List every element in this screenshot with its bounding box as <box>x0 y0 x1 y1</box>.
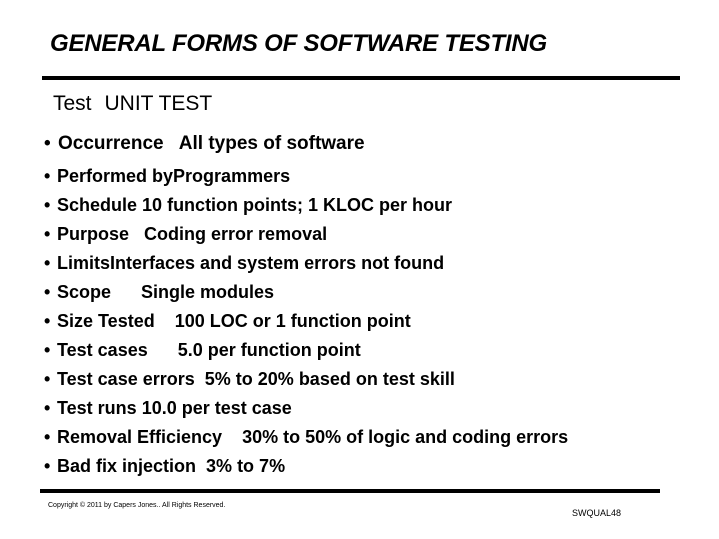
list-item: • Scope Single modules <box>44 278 568 307</box>
item-label: Test cases <box>57 340 148 360</box>
item-value: 100 LOC or 1 function point <box>174 311 411 331</box>
bullet-icon: • <box>44 311 51 331</box>
bullet-icon: • <box>44 166 51 186</box>
item-value: Interfaces and system errors not found <box>110 253 445 273</box>
item-gap <box>195 369 205 389</box>
title-divider <box>42 76 680 80</box>
list-item: • Test cases 5.0 per function point <box>44 336 568 365</box>
footer-divider <box>40 489 660 493</box>
list-item: • Test runs 10.0 per test case <box>44 394 568 423</box>
item-label: Purpose <box>57 224 130 244</box>
item-gap <box>111 282 141 302</box>
item-label: Scope <box>57 282 112 302</box>
list-item: • Bad fix injection 3% to 7% <box>44 452 568 481</box>
item-value: 30% to 50% of logic and coding errors <box>242 427 569 447</box>
test-label: Test <box>53 92 92 115</box>
item-value: 10.0 per test case <box>141 398 292 418</box>
item-value: Coding error removal <box>144 224 328 244</box>
item-gap <box>222 427 242 447</box>
list-item: • Occurrence All types of software <box>44 130 568 160</box>
slide-title: GENERAL FORMS OF SOFTWARE TESTING <box>50 30 547 57</box>
list-item: • LimitsInterfaces and system errors not … <box>44 249 568 278</box>
slide-id: SWQUAL48 <box>572 508 622 518</box>
item-label: Limits <box>57 253 111 273</box>
bullet-icon: • <box>44 456 51 476</box>
list-item: • Purpose Coding error removal <box>44 220 568 249</box>
item-value: 5% to 20% based on test skill <box>204 369 455 389</box>
item-label: Test runs <box>57 398 137 418</box>
item-label: Test case errors <box>57 369 195 389</box>
bullet-icon: • <box>44 224 51 244</box>
item-label: Removal Efficiency <box>57 427 223 447</box>
item-label: Schedule <box>57 195 138 215</box>
bullet-icon: • <box>44 195 51 215</box>
item-value: Programmers <box>173 166 291 186</box>
bullet-icon: • <box>44 340 51 360</box>
item-gap <box>155 311 175 331</box>
item-label: Occurrence <box>58 133 164 154</box>
item-value: 3% to 7% <box>206 456 286 476</box>
list-item: • Removal Efficiency 30% to 50% of logic … <box>44 423 568 452</box>
item-gap <box>196 456 206 476</box>
test-name: UNIT TEST <box>104 92 213 115</box>
copyright-notice: Copyright © 2011 by Capers Jones.. All R… <box>48 502 226 509</box>
item-gap <box>164 133 179 154</box>
item-value: 10 function points; 1 KLOC per hour <box>142 195 453 215</box>
list-item: • Performed byProgrammers <box>44 162 568 191</box>
test-heading: Test UNIT TEST <box>53 92 212 116</box>
item-gap <box>148 340 178 360</box>
list-item: • Schedule 10 function points; 1 KLOC per… <box>44 191 568 220</box>
item-label: Size Tested <box>57 311 155 331</box>
list-item: • Size Tested 100 LOC or 1 function point <box>44 307 568 336</box>
item-value: 5.0 per function point <box>177 340 361 360</box>
item-label: Performed by <box>57 166 174 186</box>
attribute-list: • Occurrence All types of software • Perfor… <box>44 130 568 481</box>
bullet-icon: • <box>44 398 51 418</box>
item-gap <box>129 224 144 244</box>
bullet-icon: • <box>44 253 51 273</box>
list-item: • Test case errors 5% to 20% based on tes… <box>44 365 568 394</box>
bullet-icon: • <box>44 369 51 389</box>
item-value: Single modules <box>141 282 275 302</box>
bullet-icon: • <box>44 133 51 154</box>
item-label: Bad fix injection <box>57 456 197 476</box>
bullet-icon: • <box>44 427 51 447</box>
bullet-icon: • <box>44 282 51 302</box>
item-value: All types of software <box>178 133 365 154</box>
